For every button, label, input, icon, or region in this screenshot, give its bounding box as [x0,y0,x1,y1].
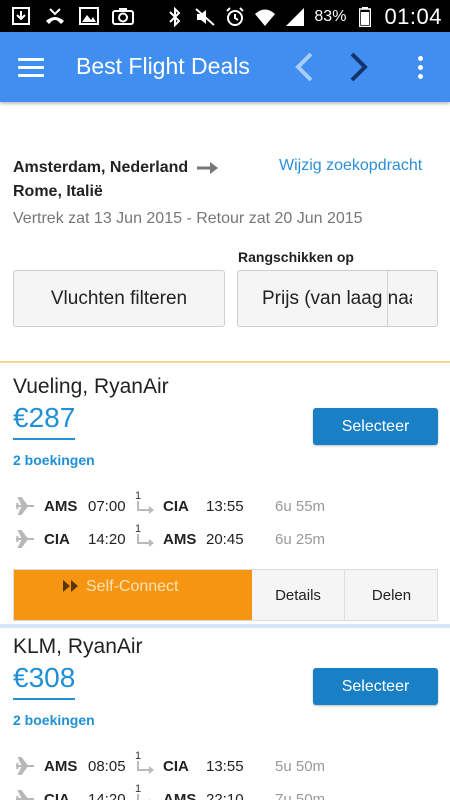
airplane-icon [16,530,34,548]
connection-arrow-icon [137,534,154,547]
bookings-link[interactable]: 2 boekingen [13,712,95,728]
status-bar-notifications [10,5,134,27]
departure-time: 14:20 [88,531,126,548]
sort-select[interactable]: Prijs (van laag naar hoog) [237,270,438,327]
departure-time: 07:00 [88,498,126,515]
flight-leg-outbound: AMS 07:00 1 CIA 13:55 6u 55m [0,490,450,520]
next-button[interactable] [343,50,373,84]
arrival-airport: CIA [163,758,189,775]
arrow-right-icon [197,162,219,174]
mute-icon [194,6,216,28]
flight-leg-return: CIA 14:20 1 AMS 20:45 6u 25m [0,523,450,553]
arrival-time: 22:10 [206,791,244,800]
arrival-airport: AMS [163,531,197,548]
arrival-airport: CIA [163,498,189,515]
section-divider [0,624,450,628]
download-icon [10,5,32,27]
departure-time: 08:05 [88,758,126,775]
self-connect-badge[interactable]: Self-Connect [14,570,252,620]
bookings-link[interactable]: 2 boekingen [13,452,95,468]
status-bar-system: 83% 01:04 [164,4,442,30]
airline-name: KLM, RyanAir [13,635,143,658]
price: €287 [13,402,76,440]
destination-city: Rome, Italië [13,183,103,200]
chevron-right-icon [350,52,368,82]
menu-button[interactable] [18,52,52,82]
section-divider [0,361,450,363]
battery-icon [354,6,376,28]
price: €308 [13,662,76,700]
battery-percentage: 83% [314,8,347,25]
sort-label: Rangschikken op [238,249,354,265]
sort-value: Prijs (van laag naar hoog) [262,288,412,309]
flight-leg-return: CIA 14:20 1 AMS 22:10 7u 50m [0,783,450,800]
airline-name: Vueling, RyanAir [13,375,169,398]
details-button[interactable]: Details [252,570,345,620]
select-button[interactable]: Selecteer [313,408,438,445]
flight-leg-outbound: AMS 08:05 1 CIA 13:55 5u 50m [0,750,450,780]
arrival-time: 20:45 [206,531,244,548]
connection-arrow-icon [137,501,154,514]
airplane-icon [16,757,34,775]
arrival-airport: AMS [163,791,197,800]
airplane-icon [16,497,34,515]
bluetooth-icon [164,6,186,28]
missed-call-icon [44,5,66,27]
connection-arrow-icon [137,761,154,774]
result-actions: Self-Connect Details Delen [13,569,438,621]
flight-duration: 6u 25m [275,531,326,548]
app-bar: Best Flight Deals [0,32,450,102]
airplane-icon [16,790,34,800]
clock: 01:04 [384,4,442,29]
self-connect-label: Self-Connect [86,578,179,595]
chevron-left-icon [295,52,313,82]
flight-duration: 5u 50m [275,758,326,775]
image-icon [78,5,100,27]
camera-icon [112,5,134,27]
sort-divider [387,271,388,326]
alarm-icon [224,6,246,28]
departure-airport: AMS [44,758,78,775]
menu-icon [18,57,44,61]
filter-flights-button[interactable]: Vluchten filteren [13,270,225,327]
departure-airport: AMS [44,498,78,515]
departure-airport: CIA [44,531,70,548]
signal-icon [284,6,306,28]
modify-search-link[interactable]: Wijzig zoekopdracht [279,157,422,175]
flight-duration: 7u 50m [275,791,326,800]
status-bar: 83% 01:04 [0,0,450,32]
flight-duration: 6u 55m [275,498,326,515]
wifi-icon [254,6,276,28]
previous-button[interactable] [290,50,320,84]
fast-forward-icon [63,580,78,592]
connection-arrow-icon [137,794,151,800]
more-vert-icon [417,55,423,61]
select-button[interactable]: Selecteer [313,668,438,705]
departure-time: 14:20 [88,791,126,800]
overflow-menu-button[interactable] [408,52,432,82]
travel-dates: Vertrek zat 13 Jun 2015 - Retour zat 20 … [13,210,363,227]
app-title: Best Flight Deals [76,53,250,79]
arrival-time: 13:55 [206,498,244,515]
share-button[interactable]: Delen [345,570,438,620]
arrival-time: 13:55 [206,758,244,775]
departure-airport: CIA [44,791,70,800]
route-summary: Amsterdam, Nederland Rome, Italië [13,156,220,204]
origin-city: Amsterdam, Nederland [13,159,189,176]
